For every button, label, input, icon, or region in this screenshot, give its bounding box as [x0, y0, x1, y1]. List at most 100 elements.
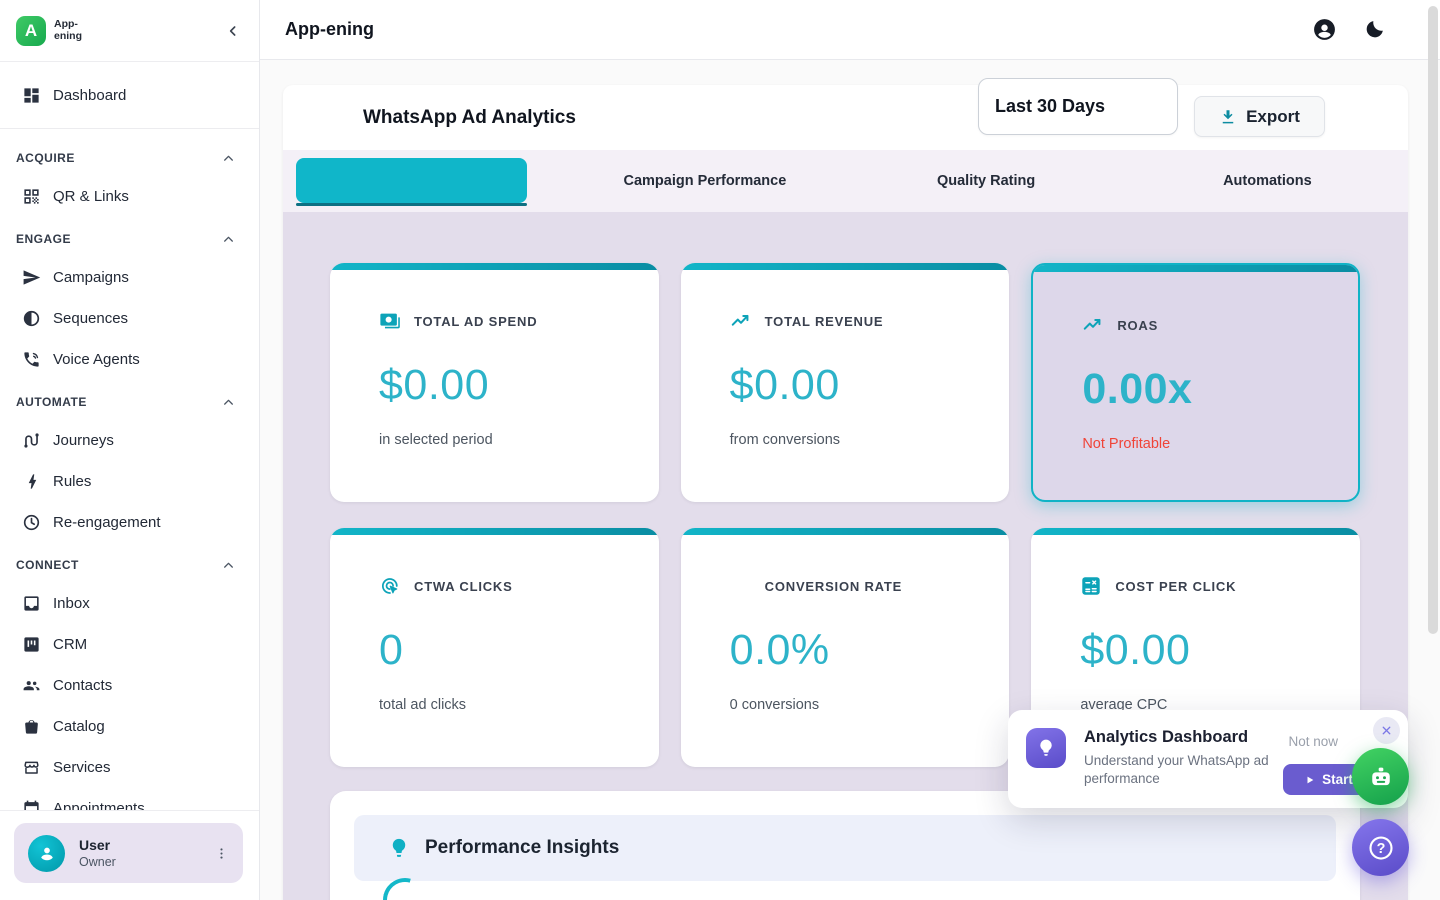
sidebar-item-crm[interactable]: CRM	[0, 624, 259, 665]
app-logo[interactable]: A App- ening	[16, 16, 82, 46]
tab-label: Campaign Performance	[623, 173, 786, 189]
lightbulb-icon	[388, 837, 410, 859]
card-subtext: in selected period	[379, 432, 659, 448]
account-circle-icon	[1312, 17, 1337, 42]
card-label: TOTAL REVENUE	[765, 314, 884, 329]
section-engage[interactable]: ENGAGE	[0, 221, 259, 257]
storefront-icon	[22, 758, 41, 777]
card-label: CONVERSION RATE	[765, 579, 902, 594]
date-range-select[interactable]: Last 30 Days	[978, 78, 1178, 135]
chevron-up-icon	[222, 396, 235, 409]
section-automate[interactable]: AUTOMATE	[0, 384, 259, 420]
card-accent-strip	[1031, 528, 1360, 535]
sidebar-item-label: Inbox	[53, 595, 90, 612]
sidebar-item-re-engagement[interactable]: Re-engagement	[0, 502, 259, 543]
inbox-icon	[22, 594, 41, 613]
sidebar: A App- ening Dashboard ACQUIRE	[0, 0, 260, 900]
download-icon	[1219, 108, 1237, 126]
card-label: TOTAL AD SPEND	[414, 314, 537, 329]
card-accent-strip	[681, 263, 1010, 270]
top-bar: App-ening	[260, 0, 1440, 60]
logo-line2: ening	[54, 31, 82, 42]
money-icon	[379, 310, 401, 332]
scrollbar-thumb[interactable]	[1428, 6, 1438, 634]
clock-icon	[22, 513, 41, 532]
trending-up-icon	[730, 310, 752, 332]
toast-dismiss-button[interactable]: Not now	[1288, 734, 1338, 749]
selected-tab-underline	[296, 203, 527, 206]
performance-insights-title: Performance Insights	[425, 837, 619, 859]
section-title: ENGAGE	[16, 232, 71, 246]
sidebar-item-label: QR & Links	[53, 188, 129, 205]
selected-tab-pill[interactable]	[296, 158, 527, 203]
toast-lightbulb-icon	[1026, 728, 1066, 768]
tab-automations[interactable]: Automations	[1127, 150, 1408, 212]
sidebar-item-label: Catalog	[53, 718, 105, 735]
help-glyph: ?	[1376, 841, 1385, 857]
sidebar-item-sequences[interactable]: Sequences	[0, 298, 259, 339]
play-icon	[1305, 775, 1315, 785]
logo-line1: App-	[54, 19, 82, 30]
section-acquire[interactable]: ACQUIRE	[0, 140, 259, 176]
sidebar-item-label: Sequences	[53, 310, 128, 327]
chevron-up-icon	[222, 559, 235, 572]
export-button[interactable]: Export	[1194, 96, 1325, 137]
sidebar-item-contacts[interactable]: Contacts	[0, 665, 259, 706]
robot-icon	[1367, 763, 1395, 791]
chatbot-fab[interactable]	[1352, 748, 1409, 805]
card-label: CTWA CLICKS	[414, 579, 513, 594]
sidebar-item-campaigns[interactable]: Campaigns	[0, 257, 259, 298]
app-window: A App- ening Dashboard ACQUIRE	[0, 0, 1440, 900]
toast-description: Understand your WhatsApp ad performance	[1084, 752, 1284, 788]
divider	[0, 128, 259, 129]
sidebar-item-rules[interactable]: Rules	[0, 461, 259, 502]
user-meta: User Owner	[79, 837, 200, 869]
voice-phone-icon	[22, 350, 41, 369]
user-role: Owner	[79, 855, 200, 869]
chevron-up-icon	[222, 152, 235, 165]
sidebar-item-dashboard[interactable]: Dashboard	[0, 72, 259, 118]
card-accent-strip	[681, 528, 1010, 535]
sidebar-item-label: Voice Agents	[53, 351, 140, 368]
card-accent-strip	[330, 263, 659, 270]
user-avatar	[28, 835, 65, 872]
sidebar-item-label: Services	[53, 759, 111, 776]
section-connect[interactable]: CONNECT	[0, 547, 259, 583]
sidebar-collapse-button[interactable]	[225, 23, 241, 39]
bolt-icon	[22, 472, 41, 491]
sidebar-item-label: Rules	[53, 473, 91, 490]
sidebar-nav: Dashboard ACQUIRE QR & Links ENGAGE Camp…	[0, 62, 259, 810]
sidebar-item-appointments[interactable]: Appointments	[0, 788, 259, 810]
help-fab[interactable]: ?	[1352, 819, 1409, 876]
page-title: App-ening	[285, 19, 1312, 40]
sidebar-header: A App- ening	[0, 0, 259, 62]
sidebar-item-journeys[interactable]: Journeys	[0, 420, 259, 461]
sidebar-item-inbox[interactable]: Inbox	[0, 583, 259, 624]
toast-action-label: Start	[1322, 772, 1353, 787]
card-label: COST PER CLICK	[1115, 579, 1236, 594]
sidebar-item-label: Appointments	[53, 800, 145, 810]
app-logo-icon: A	[16, 16, 46, 46]
analytics-tabs: Campaign Performance Quality Rating Auto…	[283, 150, 1408, 212]
blank-icon-slot	[730, 575, 752, 597]
user-card[interactable]: User Owner	[14, 823, 243, 883]
card-subtext: total ad clicks	[379, 697, 659, 713]
sidebar-item-services[interactable]: Services	[0, 747, 259, 788]
toast-notification: Analytics Dashboard Understand your What…	[1008, 710, 1408, 808]
sidebar-item-voice-agents[interactable]: Voice Agents	[0, 339, 259, 380]
tab-quality-rating[interactable]: Quality Rating	[846, 150, 1127, 212]
toast-close-button[interactable]	[1373, 717, 1400, 744]
close-icon	[1380, 724, 1393, 737]
tab-campaign-performance[interactable]: Campaign Performance	[564, 150, 845, 212]
dark-mode-toggle[interactable]	[1363, 18, 1386, 41]
qr-code-icon	[22, 187, 41, 206]
sidebar-item-qr-links[interactable]: QR & Links	[0, 176, 259, 217]
card-ctwa-clicks: CTWA CLICKS 0 total ad clicks	[330, 528, 659, 767]
sidebar-item-catalog[interactable]: Catalog	[0, 706, 259, 747]
kanban-icon	[22, 635, 41, 654]
app-logo-text: App- ening	[54, 19, 82, 41]
kebab-menu-icon[interactable]	[214, 846, 229, 861]
account-button[interactable]	[1312, 17, 1337, 42]
trending-up-icon	[1082, 314, 1104, 336]
card-total-revenue: TOTAL REVENUE $0.00 from conversions	[681, 263, 1010, 502]
